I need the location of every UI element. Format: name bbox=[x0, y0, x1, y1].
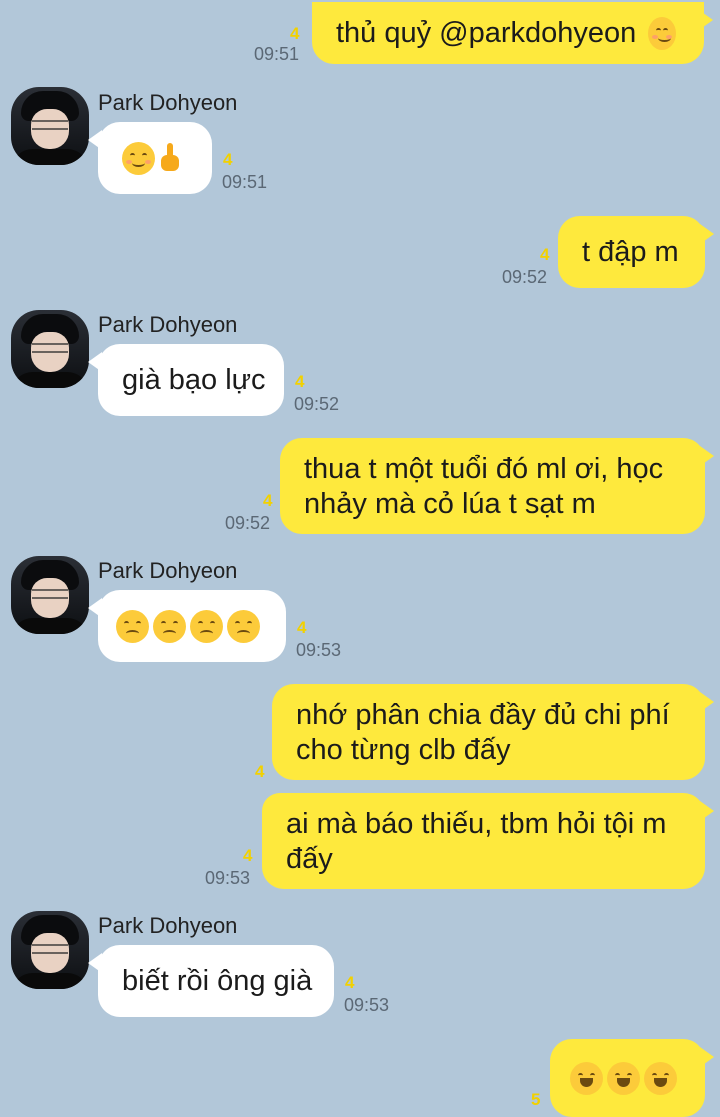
message-bubble[interactable]: t đập m bbox=[558, 216, 714, 288]
unread-count: 4 bbox=[297, 618, 307, 637]
message-bubble[interactable] bbox=[550, 1039, 714, 1117]
disappointed-face-icon bbox=[190, 609, 223, 643]
message-text: nhớ phân chia đầy đủ chi phí cho từng cl… bbox=[296, 699, 670, 766]
unread-count: 4 bbox=[255, 762, 265, 781]
grinning-face-icon bbox=[644, 1061, 677, 1095]
disappointed-face-icon bbox=[227, 609, 260, 643]
message-bubble[interactable]: biết rồi ông già bbox=[88, 945, 334, 1017]
unread-count: 4 bbox=[243, 846, 253, 865]
middle-finger-icon bbox=[159, 143, 181, 173]
message-bubble[interactable] bbox=[88, 122, 212, 194]
avatar[interactable] bbox=[11, 556, 89, 634]
smiling-face-icon bbox=[648, 16, 676, 50]
message-time: 09:52 bbox=[225, 513, 271, 533]
message-time: 09:53 bbox=[205, 868, 251, 888]
message-time: 09:52 bbox=[502, 267, 548, 287]
unread-count: 4 bbox=[263, 491, 273, 510]
unread-count: 4 bbox=[295, 372, 305, 391]
message-time: 09:52 bbox=[294, 394, 340, 414]
smiling-face-icon bbox=[122, 141, 155, 175]
message-bubble[interactable]: thủ quỷ @parkdohyeon bbox=[312, 2, 713, 64]
avatar[interactable] bbox=[11, 310, 89, 388]
message-text: biết rồi ông già bbox=[122, 964, 313, 997]
message-bubble[interactable]: già bạo lực bbox=[88, 344, 284, 416]
unread-count: 4 bbox=[290, 24, 300, 43]
disappointed-face-icon bbox=[153, 609, 186, 643]
message-text: thủ quỷ @parkdohyeon bbox=[336, 16, 637, 49]
message-bubble[interactable]: nhớ phân chia đầy đủ chi phí cho từng cl… bbox=[272, 684, 714, 780]
avatar[interactable] bbox=[11, 911, 89, 989]
message-bubble[interactable] bbox=[88, 590, 286, 662]
avatar[interactable] bbox=[11, 87, 89, 165]
message-bubble[interactable]: ai mà báo thiếu, tbm hỏi tội m đấy bbox=[262, 793, 714, 889]
message-bubble[interactable]: thua t một tuổi đó ml ơi, học nhảy mà cỏ… bbox=[280, 438, 714, 534]
disappointed-face-icon bbox=[116, 609, 149, 643]
message-text: thua t một tuổi đó ml ơi, học nhảy mà cỏ… bbox=[304, 453, 664, 520]
sender-name: Park Dohyeon bbox=[98, 913, 238, 938]
unread-count: 4 bbox=[223, 150, 233, 169]
unread-count: 5 bbox=[531, 1090, 541, 1109]
unread-count: 4 bbox=[345, 973, 355, 992]
sender-name: Park Dohyeon bbox=[98, 312, 238, 337]
message-text: t đập m bbox=[582, 235, 679, 268]
message-time: 09:51 bbox=[222, 172, 268, 192]
unread-count: 4 bbox=[540, 245, 550, 264]
grinning-face-icon bbox=[607, 1061, 640, 1095]
message-time: 09:53 bbox=[344, 995, 390, 1015]
sender-name: Park Dohyeon bbox=[98, 558, 238, 583]
message-text: ai mà báo thiếu, tbm hỏi tội m đấy bbox=[286, 808, 667, 875]
message-time: 09:53 bbox=[296, 640, 342, 660]
sender-name: Park Dohyeon bbox=[98, 90, 238, 115]
message-text: già bạo lực bbox=[122, 363, 266, 396]
grinning-face-icon bbox=[570, 1061, 603, 1095]
message-time: 09:51 bbox=[254, 44, 300, 64]
